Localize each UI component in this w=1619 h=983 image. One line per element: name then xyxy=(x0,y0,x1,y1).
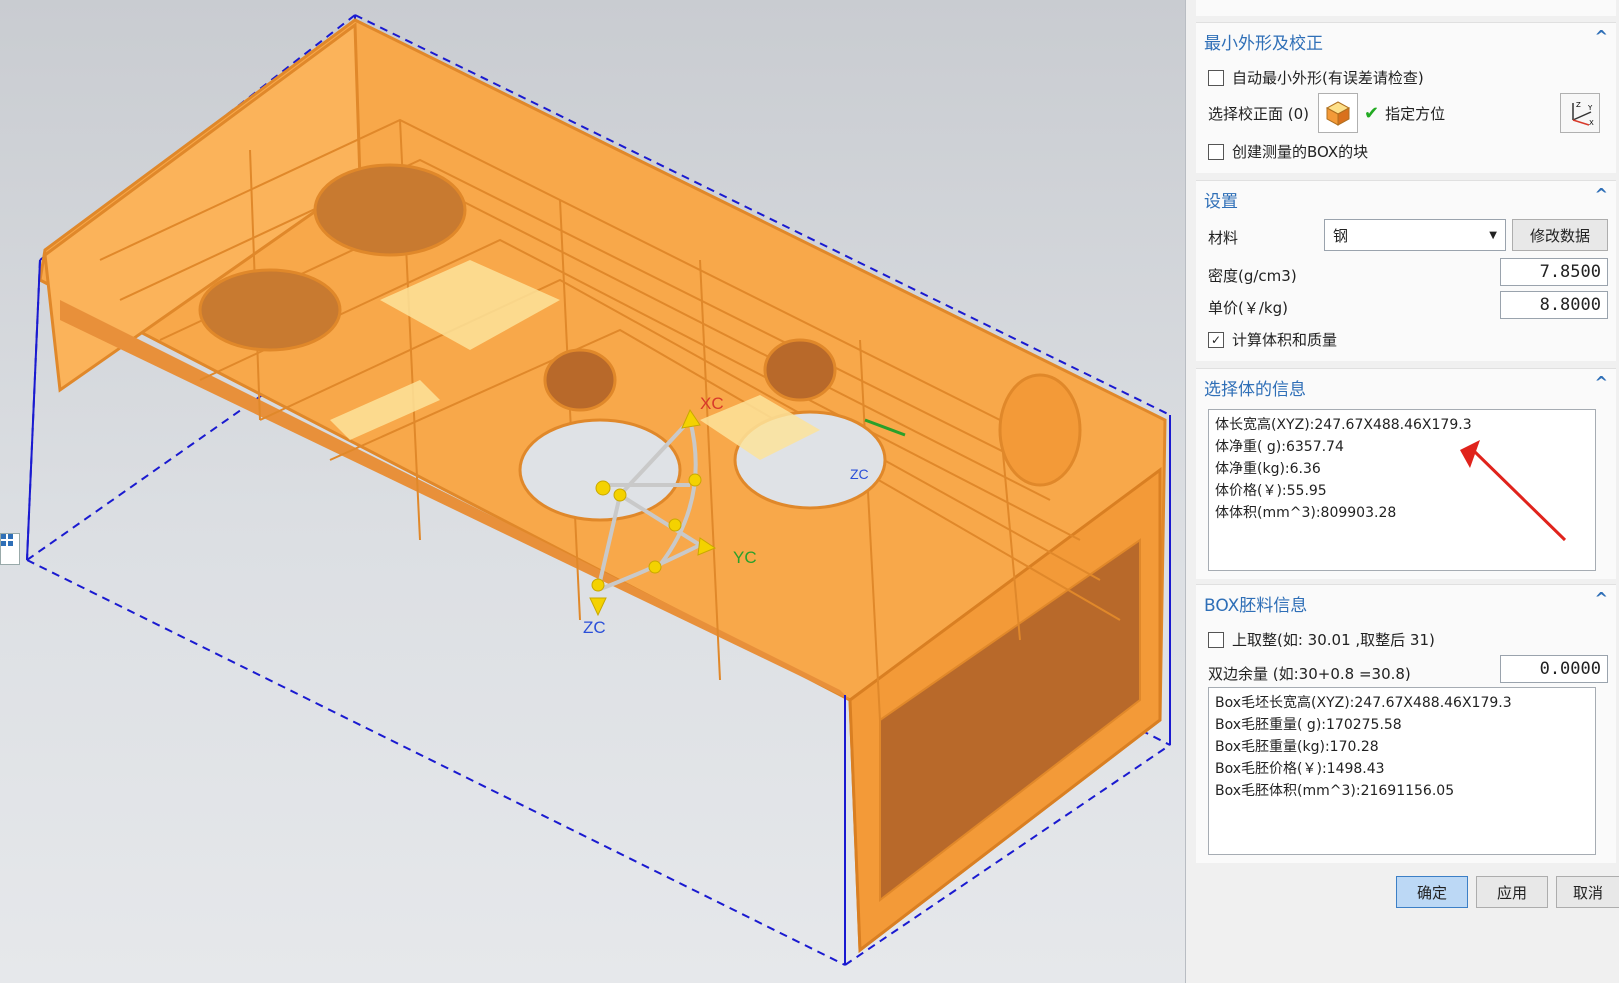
settings-section: 设置 ^ 材料 钢 ▼ 修改数据 密度(g/cm3) 7.8500 单价(￥/k… xyxy=(1196,180,1616,361)
info-line: 体净重( g):6357.74 xyxy=(1215,439,1344,455)
properties-panel: 最小外形及校正 ^ 自动最小外形(有误差请检查) 选择校正面 (0) ✔ 指定方… xyxy=(1185,0,1619,983)
info-line: Box毛胚重量( g):170275.58 xyxy=(1215,717,1402,733)
material-value: 钢 xyxy=(1333,226,1349,245)
body-info-title: 选择体的信息 xyxy=(1204,380,1306,400)
select-face-row: 选择校正面 (0) xyxy=(1208,103,1309,124)
round-up-label: 上取整(如: 30.01 ,取整后 31) xyxy=(1232,631,1435,649)
check-icon: ✔ xyxy=(1364,103,1380,124)
auto-min-shape-row[interactable]: 自动最小外形(有误差请检查) xyxy=(1208,67,1424,88)
info-line: Box毛胚体积(mm^3):21691156.05 xyxy=(1215,783,1455,799)
select-face-label: 选择校正面 (0) xyxy=(1208,105,1310,123)
zc-secondary-label: ZC xyxy=(850,466,869,482)
svg-text:X: X xyxy=(1589,119,1594,127)
collapse-caret-icon[interactable]: ^ xyxy=(1595,27,1608,46)
collapse-caret-icon[interactable]: ^ xyxy=(1595,185,1608,204)
ok-button[interactable]: 确定 xyxy=(1396,876,1468,908)
svg-text:Z: Z xyxy=(1576,101,1581,109)
calc-checkbox[interactable]: ✓ xyxy=(1208,331,1224,348)
margin-label: 双边余量 (如:30+0.8 =30.8) xyxy=(1208,665,1411,683)
price-field[interactable]: 8.8000 xyxy=(1500,291,1608,319)
info-line: Box毛胚重量(kg):170.28 xyxy=(1215,739,1379,755)
info-line: 体价格(￥):55.95 xyxy=(1215,483,1327,499)
material-label: 材料 xyxy=(1208,229,1239,247)
top-strip xyxy=(1196,0,1616,16)
info-line: 体体积(mm^3):809903.28 xyxy=(1215,505,1397,521)
orient-label: 指定方位 xyxy=(1385,105,1446,123)
csys-icon[interactable]: ZYX xyxy=(1560,93,1600,133)
info-line: Box毛坯长宽高(XYZ):247.67X488.46X179.3 xyxy=(1215,695,1512,711)
info-line: 体长宽高(XYZ):247.67X488.46X179.3 xyxy=(1215,417,1472,433)
price-label: 单价(￥/kg) xyxy=(1208,299,1288,317)
dropdown-arrow-icon: ▼ xyxy=(1489,229,1497,241)
modify-data-button[interactable]: 修改数据 xyxy=(1512,219,1608,251)
min-shape-section: 最小外形及校正 ^ 自动最小外形(有误差请检查) 选择校正面 (0) ✔ 指定方… xyxy=(1196,22,1616,173)
layout-grid-icon[interactable] xyxy=(0,533,20,565)
auto-min-shape-label: 自动最小外形(有误差请检查) xyxy=(1232,69,1424,87)
material-select[interactable]: 钢 ▼ xyxy=(1324,219,1506,251)
collapse-caret-icon[interactable]: ^ xyxy=(1595,373,1608,392)
settings-title: 设置 xyxy=(1204,192,1238,212)
create-box-row[interactable]: 创建测量的BOX的块 xyxy=(1208,141,1368,162)
create-box-label: 创建测量的BOX的块 xyxy=(1232,143,1369,161)
round-up-checkbox[interactable] xyxy=(1208,631,1224,648)
box-info-textbox[interactable]: Box毛坯长宽高(XYZ):247.67X488.46X179.3 Box毛胚重… xyxy=(1208,687,1596,855)
part-model xyxy=(26,14,1171,966)
info-line: Box毛胚价格(￥):1498.43 xyxy=(1215,761,1385,777)
collapse-caret-icon[interactable]: ^ xyxy=(1595,589,1608,608)
auto-min-shape-checkbox[interactable] xyxy=(1208,69,1224,86)
select-face-cube-icon[interactable] xyxy=(1318,93,1358,133)
create-box-checkbox[interactable] xyxy=(1208,143,1224,160)
apply-button[interactable]: 应用 xyxy=(1476,876,1548,908)
density-field[interactable]: 7.8500 xyxy=(1500,258,1608,286)
xc-axis-label: XC xyxy=(700,394,724,413)
orient-row[interactable]: ✔ 指定方位 xyxy=(1364,103,1445,124)
info-line: 体净重(kg):6.36 xyxy=(1215,461,1321,477)
box-info-title: BOX胚料信息 xyxy=(1204,596,1308,616)
margin-field[interactable]: 0.0000 xyxy=(1500,655,1608,683)
density-label: 密度(g/cm3) xyxy=(1208,267,1297,285)
body-info-section: 选择体的信息 ^ 体长宽高(XYZ):247.67X488.46X179.3 体… xyxy=(1196,368,1616,579)
yc-axis-label: YC xyxy=(733,548,757,567)
calc-label: 计算体积和质量 xyxy=(1232,331,1338,349)
round-up-row[interactable]: 上取整(如: 30.01 ,取整后 31) xyxy=(1208,629,1435,650)
body-info-textbox[interactable]: 体长宽高(XYZ):247.67X488.46X179.3 体净重( g):63… xyxy=(1208,409,1596,571)
zc-axis-label: ZC xyxy=(583,618,606,637)
cancel-button[interactable]: 取消 xyxy=(1556,876,1619,908)
box-info-section: BOX胚料信息 ^ 上取整(如: 30.01 ,取整后 31) 双边余量 (如:… xyxy=(1196,584,1616,863)
graphics-viewport[interactable]: XC YC ZC ZC xyxy=(0,0,1185,983)
calc-row[interactable]: ✓ 计算体积和质量 xyxy=(1208,329,1337,350)
svg-text:Y: Y xyxy=(1587,104,1593,112)
min-shape-title: 最小外形及校正 xyxy=(1204,34,1323,54)
